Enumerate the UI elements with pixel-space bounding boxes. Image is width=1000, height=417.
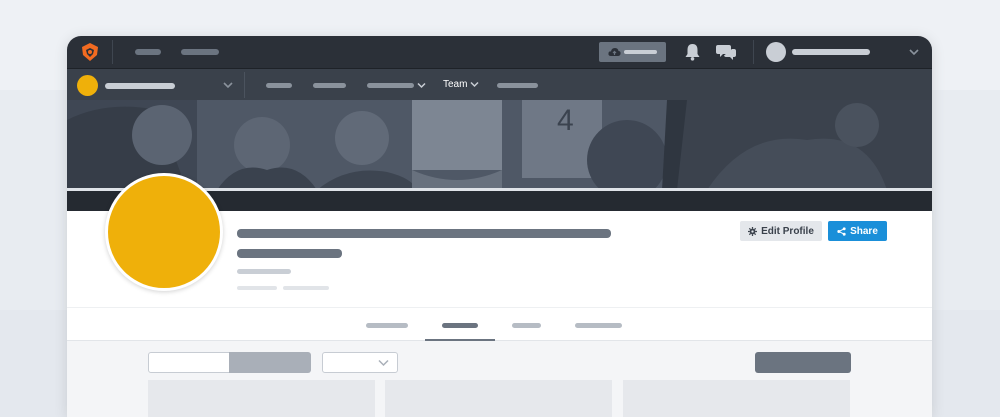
upload-label-placeholder [624, 50, 657, 54]
team-switcher[interactable] [75, 74, 235, 96]
chevron-down-icon [223, 82, 233, 89]
tab-placeholder[interactable] [366, 323, 408, 328]
tab-placeholder[interactable] [512, 323, 541, 328]
profile-stat-placeholder [283, 286, 329, 290]
profile-stat-placeholder [237, 286, 277, 290]
profile-tabs [67, 307, 932, 341]
profile-name-placeholder [237, 229, 611, 238]
chat-icon[interactable] [716, 43, 736, 61]
team-nav-placeholder [367, 83, 414, 88]
team-avatar [77, 75, 98, 96]
tab-team[interactable]: Team [443, 79, 479, 90]
team-nav-placeholder[interactable] [313, 83, 346, 88]
profile-subtitle-placeholder [237, 249, 342, 258]
app-window: Team 4 Edit Profile Share [67, 36, 932, 417]
action-button[interactable] [755, 352, 851, 373]
team-navigation-bar: Team [67, 68, 932, 100]
tab-placeholder-active[interactable] [442, 323, 478, 328]
chevron-down-icon [470, 81, 479, 88]
profile-avatar[interactable] [105, 173, 223, 291]
segmented-control-option[interactable] [229, 352, 311, 373]
team-name-placeholder [105, 83, 175, 89]
team-nav-placeholder[interactable] [497, 83, 538, 88]
chevron-down-icon [909, 49, 919, 56]
content-card[interactable] [148, 380, 375, 417]
share-label: Share [850, 225, 878, 237]
jersey-number-graphic: 4 [557, 104, 574, 137]
segmented-control-option[interactable] [148, 352, 230, 373]
divider [753, 40, 754, 64]
account-menu[interactable] [765, 41, 925, 63]
top-navigation-bar [67, 36, 932, 68]
active-tab-indicator [425, 339, 495, 341]
edit-profile-button[interactable]: Edit Profile [740, 221, 822, 241]
upload-button[interactable] [599, 42, 666, 62]
cover-photo: 4 [67, 100, 932, 190]
divider [244, 72, 245, 98]
chevron-down-icon [417, 82, 426, 89]
content-card[interactable] [385, 380, 612, 417]
divider [112, 40, 113, 64]
profile-meta-placeholder [237, 269, 291, 274]
chevron-down-icon [378, 359, 389, 367]
filter-dropdown[interactable] [322, 352, 398, 373]
content-card[interactable] [623, 380, 850, 417]
brand-logo-icon[interactable] [80, 42, 100, 62]
share-icon [837, 226, 846, 236]
team-nav-dropdown[interactable] [367, 78, 429, 92]
cover-photo-image: 4 [67, 100, 932, 190]
bell-icon[interactable] [684, 43, 701, 61]
avatar [766, 42, 786, 62]
edit-profile-label: Edit Profile [761, 225, 814, 237]
cloud-upload-icon [608, 48, 621, 56]
tab-team-label: Team [443, 79, 468, 90]
nav-link-placeholder[interactable] [181, 49, 219, 55]
nav-link-placeholder[interactable] [135, 49, 161, 55]
tab-placeholder[interactable] [575, 323, 622, 328]
account-name-placeholder [792, 49, 870, 55]
team-nav-placeholder[interactable] [266, 83, 292, 88]
share-button[interactable]: Share [828, 221, 887, 241]
gear-icon [748, 226, 758, 236]
